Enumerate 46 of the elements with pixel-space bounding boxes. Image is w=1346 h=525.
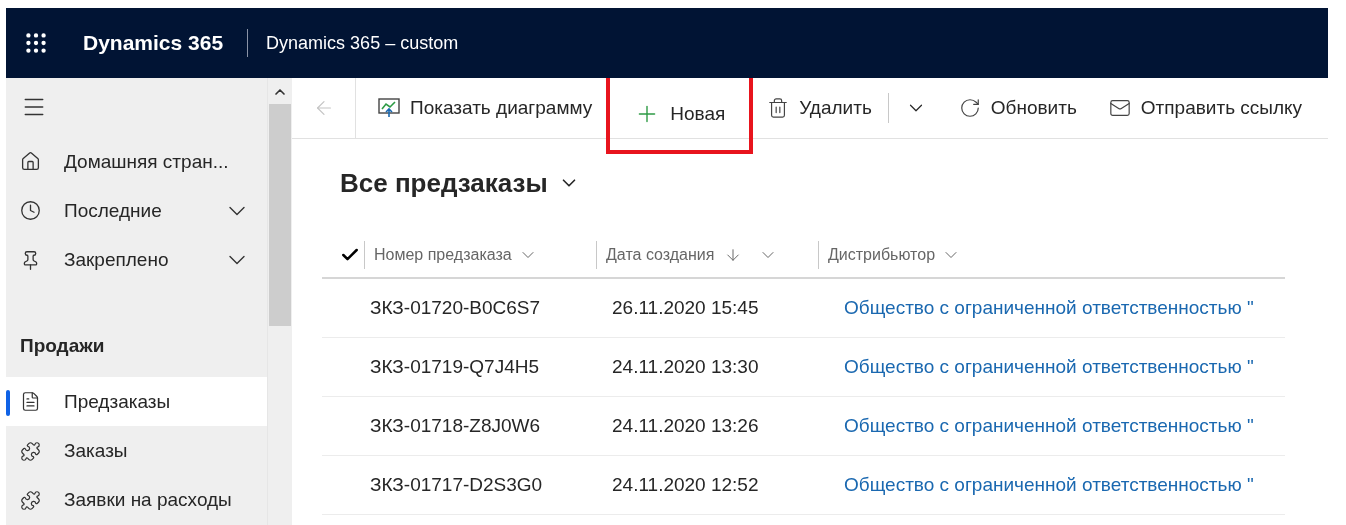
distributor-link[interactable]: Общество с ограниченной ответственностью "	[844, 297, 1254, 319]
table-cell-text: ЗКЗ-01718-Z8J0W6	[370, 415, 542, 437]
sidebar-item-label: Последние	[64, 199, 163, 222]
sidebar-item[interactable]: Предзаказы	[6, 377, 268, 427]
puzzle-icon	[20, 440, 42, 462]
table-cell-text: 24.11.2020 13:30	[612, 356, 760, 378]
distributor-link[interactable]: Общество с ограниченной ответственностью "	[844, 415, 1254, 437]
refresh-icon	[958, 97, 981, 119]
section-heading: Продажи	[19, 333, 106, 358]
app-name[interactable]: Dynamics 365	[83, 31, 224, 55]
table-cell-text: ЗКЗ-01720-B0C6S7	[370, 297, 542, 319]
sidebar-item-label: Предзаказы	[64, 390, 172, 413]
app-launcher-icon[interactable]	[23, 30, 49, 56]
scrollbar-thumb[interactable]	[269, 104, 292, 326]
command-button[interactable]: Удалить	[753, 86, 886, 130]
sidebar-item[interactable]: Домашняя стран...	[6, 136, 268, 187]
command-button[interactable]: Обновить	[944, 86, 1091, 130]
sidebar-item[interactable]: Заказы	[6, 426, 268, 476]
home-icon	[20, 151, 42, 172]
column-header[interactable]: Номер предзаказа	[364, 241, 596, 269]
clock-icon	[20, 200, 42, 222]
command-button[interactable]: Показать диаграмму	[364, 86, 607, 130]
column-header[interactable]: Дата создания	[596, 241, 818, 269]
environment-name: Dynamics 365 – custom	[266, 32, 459, 54]
chart-icon	[378, 98, 400, 118]
view-selector[interactable]: Все предзаказы	[322, 163, 580, 203]
puzzle-icon	[20, 489, 42, 511]
sidebar-item[interactable]: Последние	[6, 186, 268, 236]
sidebar-item-label: Домашняя стран...	[64, 150, 230, 173]
table-cell-text: 26.11.2020 15:45	[612, 297, 760, 319]
distributor-link[interactable]: Общество с ограниченной ответственностью "	[844, 474, 1254, 496]
mail-icon	[1108, 97, 1131, 119]
sidebar-item-label: Закреплено	[64, 249, 170, 272]
sidebar-item[interactable]: Заявки на расходы	[6, 475, 268, 525]
command-button[interactable]: Новая	[610, 78, 750, 150]
table-cell-text: ЗКЗ-01717-D2S3G0	[370, 474, 544, 496]
trash-icon	[767, 97, 790, 119]
sidebar-item-label: Заказы	[64, 440, 129, 463]
distributor-link[interactable]: Общество с ограниченной ответственностью "	[844, 356, 1254, 378]
table-cell-text: ЗКЗ-01719-Q7J4H5	[370, 356, 540, 378]
table-cell-text: 24.11.2020 13:26	[612, 415, 760, 437]
sidebar-item[interactable]: Закреплено	[6, 235, 268, 285]
column-header[interactable]: Дистрибьютор	[818, 241, 1018, 269]
command-button[interactable]: Отправить ссылку	[1094, 86, 1317, 130]
sidebar-item-label: Заявки на расходы	[64, 489, 233, 512]
table-cell-text: 24.11.2020 12:52	[612, 474, 760, 496]
